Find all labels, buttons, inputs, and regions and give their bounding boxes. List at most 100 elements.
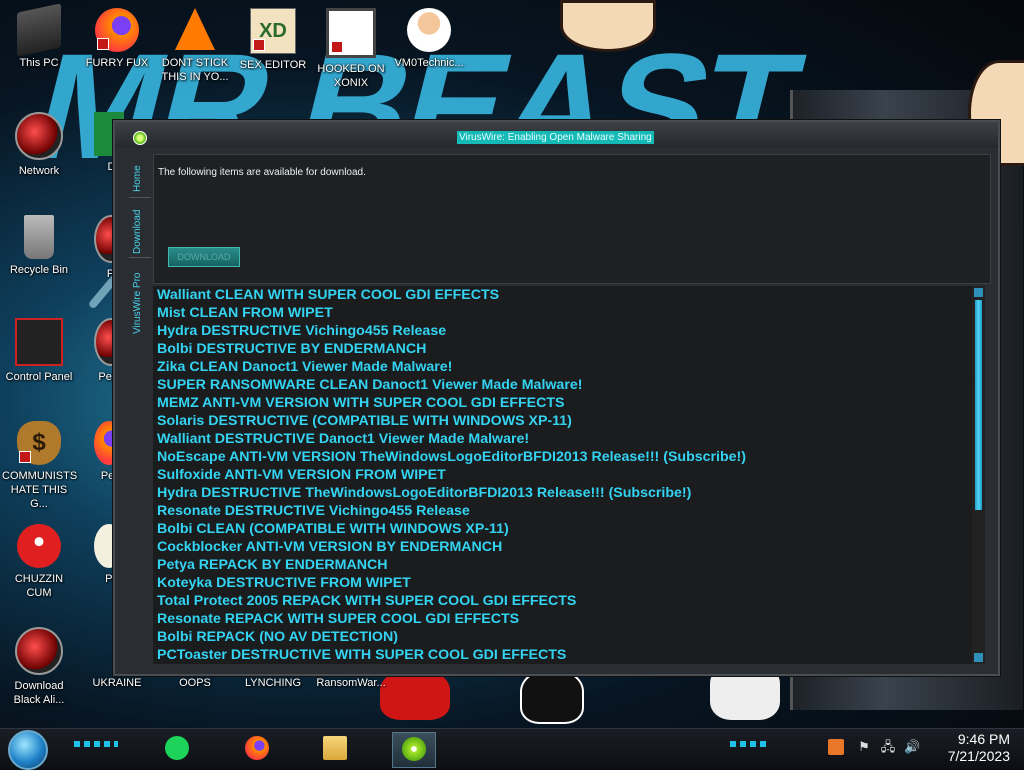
firefox-icon: [245, 736, 269, 760]
taskbar-viruswire[interactable]: [392, 732, 436, 768]
cartoon-girl-head: [560, 0, 656, 52]
list-item[interactable]: Walliant CLEAN WITH SUPER COOL GDI EFFEC…: [153, 286, 972, 304]
desktop-icon-communists[interactable]: $ COMMUNISTS HATE THIS G...: [2, 421, 78, 511]
scroll-up-arrow-icon[interactable]: [974, 288, 983, 297]
maze-game-icon: [326, 8, 376, 58]
network-tray-icon[interactable]: 🖧: [880, 739, 896, 755]
desktop-icon-recycle-bin[interactable]: Recycle Bin: [2, 215, 76, 277]
desktop-icon-sex-editor[interactable]: XD SEX EDITOR: [236, 8, 310, 72]
desktop-icon-download-black[interactable]: Download Black Ali...: [2, 627, 76, 707]
list-item[interactable]: Total Protect 2005 REPACK WITH SUPER COO…: [153, 592, 972, 610]
desktop-icon-vm0technic[interactable]: VM0Technic...: [392, 8, 466, 70]
list-item[interactable]: Zika CLEAN Danoct1 Viewer Made Malware!: [153, 358, 972, 376]
download-button[interactable]: DOWNLOAD: [168, 247, 240, 267]
list-item[interactable]: Resonate REPACK WITH SUPER COOL GDI EFFE…: [153, 610, 972, 628]
control-panel-icon: [15, 318, 63, 366]
desktop-icon-this-pc[interactable]: This PC: [2, 3, 76, 70]
desktop-icon-label: Download Black Ali...: [13, 680, 65, 706]
desktop-icon-label: Recycle Bin: [9, 264, 69, 276]
desktop-icon-label: HOOKED ON XONIX: [317, 63, 385, 89]
chat-app-icon: [165, 736, 189, 760]
taskbar-file-explorer[interactable]: [314, 732, 356, 766]
desktop-icon-label: This PC: [19, 57, 59, 69]
hxd-editor-icon: XD: [250, 8, 296, 54]
viruswire-icon: [402, 737, 426, 761]
desktop-icon-label: UKRAINE: [92, 677, 142, 689]
desktop-icon-label: OOPS: [179, 677, 211, 689]
desktop-icon-label: VM0Technic...: [394, 57, 464, 69]
list-item[interactable]: Sulfoxide ANTI-VM VERSION FROM WIPET: [153, 466, 972, 484]
list-item[interactable]: Hydra DESTRUCTIVE Vichingo455 Release: [153, 322, 972, 340]
list-item[interactable]: Bolbi CLEAN (COMPATIBLE WITH WINDOWS XP-…: [153, 520, 972, 538]
desktop-icon-hooked-on-xonix[interactable]: HOOKED ON XONIX: [314, 8, 388, 90]
desktop-icon-chuzzin[interactable]: CHUZZIN CUM: [2, 524, 76, 600]
desktop-icon-label: DONT STICK THIS IN YO...: [161, 57, 229, 83]
list-item[interactable]: Bolbi REPACK (NO AV DETECTION): [153, 628, 972, 646]
list-item[interactable]: Mist CLEAN FROM WIPET: [153, 304, 972, 322]
money-bag-icon: $: [17, 421, 61, 465]
desktop-icon-dont-stick[interactable]: DONT STICK THIS IN YO...: [158, 8, 232, 84]
volume-icon[interactable]: 🔊: [904, 739, 920, 755]
list-item[interactable]: Resonate DESTRUCTIVE Vichingo455 Release: [153, 502, 972, 520]
desktop-icon-label: Control Panel: [5, 371, 73, 383]
desktop-icon-control-panel[interactable]: Control Panel: [2, 318, 76, 384]
viruswire-window: VirusWire: Enabling Open Malware Sharing…: [113, 120, 1000, 676]
tray-app-icon[interactable]: [828, 739, 844, 755]
taskbar-decoration: [730, 741, 770, 747]
firefox-icon: [95, 8, 139, 52]
desktop-icon-label: SEX EDITOR: [239, 59, 307, 71]
list-item[interactable]: MEMZ ANTI-VM VERSION WITH SUPER COOL GDI…: [153, 394, 972, 412]
window-title: VirusWire: Enabling Open Malware Sharing: [457, 131, 654, 144]
desktop-icon-network[interactable]: Network: [2, 112, 76, 178]
network-icon: [15, 112, 63, 160]
list-item[interactable]: Petya REPACK BY ENDERMANCH: [153, 556, 972, 574]
flag-icon[interactable]: ⚑: [856, 739, 872, 755]
scroll-down-arrow-icon[interactable]: [974, 653, 983, 662]
list-scrollbar[interactable]: [972, 286, 985, 664]
list-item[interactable]: Hydra DESTRUCTIVE TheWindowsLogoEditorBF…: [153, 484, 972, 502]
tab-pro-label: VirusWire Pro: [132, 272, 143, 335]
desktop-icon-furry-fux[interactable]: FURRY FUX: [80, 8, 154, 70]
desktop-icon-label: CHUZZIN CUM: [14, 573, 64, 599]
malware-list[interactable]: Walliant CLEAN WITH SUPER COOL GDI EFFEC…: [153, 286, 972, 664]
file-explorer-icon: [323, 736, 347, 760]
list-item[interactable]: Walliant DESTRUCTIVE Danoct1 Viewer Made…: [153, 430, 972, 448]
desktop-icon-label: FURRY FUX: [85, 57, 149, 69]
taskbar-firefox[interactable]: [236, 732, 278, 766]
desktop-icon-label: Network: [18, 165, 60, 177]
list-item[interactable]: Cockblocker ANTI-VM VERSION BY ENDERMANC…: [153, 538, 972, 556]
list-item[interactable]: Solaris DESTRUCTIVE (COMPATIBLE WITH WIN…: [153, 412, 972, 430]
list-item[interactable]: SUPER RANSOMWARE CLEAN Danoct1 Viewer Ma…: [153, 376, 972, 394]
taskbar: ⚑ 🖧 🔊 9:46 PM 7/21/2023: [0, 728, 1024, 770]
download-icon: [15, 627, 63, 675]
doctor-icon: [407, 8, 451, 52]
desktop-icon-label: COMMUNISTS HATE THIS G...: [2, 470, 78, 510]
computer-icon: [17, 3, 61, 57]
tab-viruswire-pro[interactable]: VirusWire Pro: [129, 258, 151, 336]
list-item[interactable]: PCToaster DESTRUCTIVE WITH SUPER COOL GD…: [153, 646, 972, 664]
taskbar-chat-app[interactable]: [156, 732, 198, 766]
recycle-bin-icon: [24, 215, 54, 259]
tab-home[interactable]: Home: [129, 152, 151, 196]
viruswire-app-icon: [133, 131, 147, 145]
desktop-icon-label: LYNCHING: [244, 677, 302, 689]
taskbar-decoration: [74, 741, 118, 747]
side-tab-bar: Home Download VirusWire Pro: [129, 152, 151, 342]
desktop-icon-label: RansomWar...: [316, 677, 386, 689]
intro-text: The following items are available for do…: [158, 167, 366, 178]
tab-download[interactable]: Download: [129, 198, 151, 256]
clock-date: 7/21/2023: [947, 748, 1010, 764]
tab-download-label: Download: [132, 209, 143, 254]
list-item[interactable]: Koteyka DESTRUCTIVE FROM WIPET: [153, 574, 972, 592]
window-titlebar[interactable]: VirusWire: Enabling Open Malware Sharing: [115, 122, 998, 148]
list-item[interactable]: NoEscape ANTI-VM VERSION TheWindowsLogoE…: [153, 448, 972, 466]
tab-home-label: Home: [132, 165, 143, 192]
system-clock[interactable]: 9:46 PM 7/21/2023: [930, 731, 1010, 765]
clock-time: 9:46 PM: [957, 731, 1010, 747]
list-item[interactable]: Bolbi DESTRUCTIVE BY ENDERMANCH: [153, 340, 972, 358]
vlc-cone-icon: [175, 8, 215, 50]
download-info-panel: The following items are available for do…: [153, 154, 991, 284]
start-button[interactable]: [8, 730, 48, 770]
chuzzle-icon: [17, 524, 61, 568]
scrollbar-thumb[interactable]: [975, 300, 982, 510]
